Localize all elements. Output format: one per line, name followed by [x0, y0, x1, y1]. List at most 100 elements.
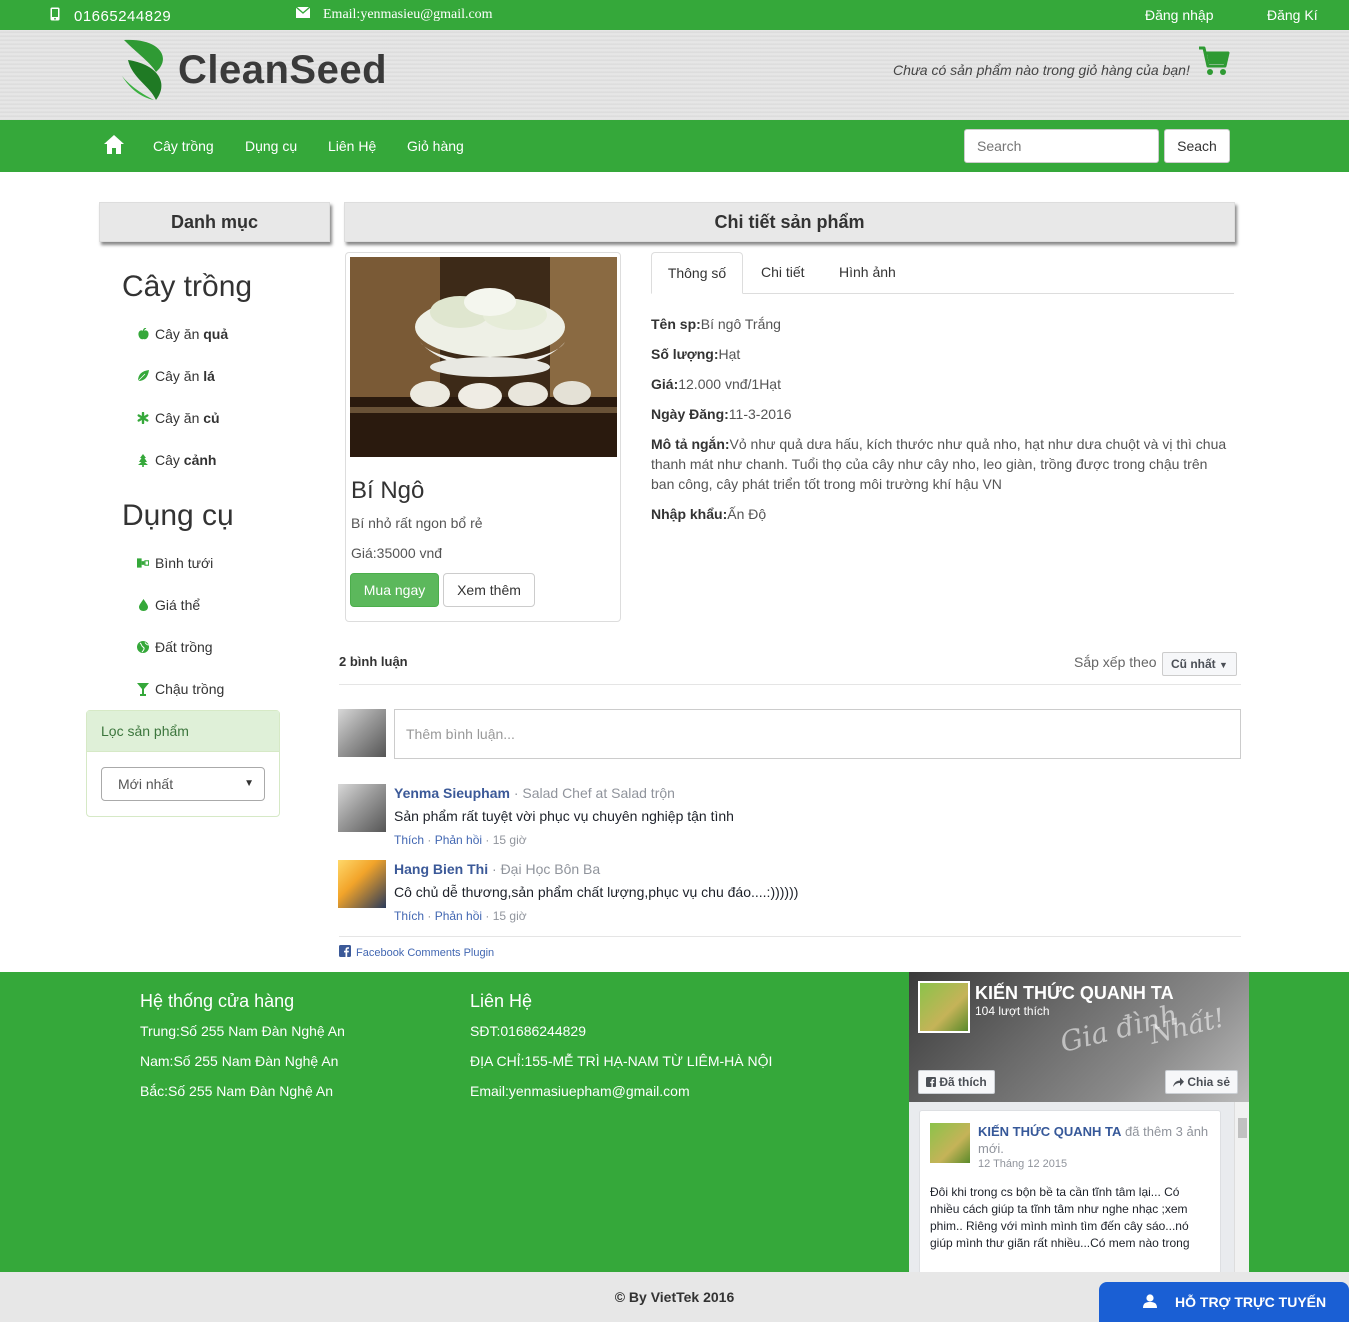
like-link[interactable]: Thích — [394, 833, 424, 847]
fb-post-date[interactable]: 12 Tháng 12 2015 — [978, 1158, 1067, 1170]
fb-page-likes: 104 lượt thích — [975, 1004, 1050, 1018]
spec-description: Mô tả ngắn:Vỏ như quả dưa hấu, kích thướ… — [651, 434, 1234, 494]
comment-count: 2 bình luận — [339, 654, 408, 669]
product-description: Bí nhỏ rất ngon bổ rẻ — [351, 515, 483, 531]
fb-feed[interactable]: KIẾN THỨC QUANH TA đã thêm 3 ảnh mới. 12… — [909, 1102, 1249, 1272]
spec-value: Hạt — [718, 346, 741, 362]
fb-post-avatar[interactable] — [930, 1123, 970, 1163]
comment-sort-select[interactable]: Cũ nhất ▼ — [1162, 652, 1237, 676]
sidebar-item-dat-trong[interactable]: Đất trồng — [137, 639, 213, 655]
stores-title: Hệ thống cửa hàng — [140, 991, 295, 1011]
sidebar-item-cay-an-la[interactable]: Cây ăn lá — [137, 368, 215, 384]
tab-chi-tiet[interactable]: Chi tiết — [751, 252, 815, 294]
tab-hinh-anh[interactable]: Hình ảnh — [829, 252, 906, 294]
sidebar-item-label: Đất trồng — [155, 639, 213, 655]
spec-quantity: Số lượng:Hạt — [651, 344, 1234, 364]
category-group-title[interactable]: Dụng cụ — [122, 499, 234, 533]
sidebar-item-bold: quả — [203, 326, 229, 342]
avatar[interactable] — [338, 784, 386, 832]
fb-post-header: KIẾN THỨC QUANH TA đã thêm 3 ảnh mới. — [978, 1123, 1214, 1157]
contact-line: SĐT:01686244829 — [470, 1023, 586, 1039]
spec-label: Tên sp: — [651, 316, 701, 332]
sort-label: Sắp xếp theo — [1074, 654, 1157, 670]
product-image[interactable] — [350, 257, 617, 457]
like-link[interactable]: Thích — [394, 909, 424, 923]
fb-post-author[interactable]: KIẾN THỨC QUANH TA — [978, 1124, 1121, 1139]
sidebar-item-cay-canh[interactable]: Cây cảnh — [137, 452, 216, 468]
fb-page-name[interactable]: KIẾN THỨC QUANH TA — [975, 983, 1174, 1004]
buy-now-button[interactable]: Mua ngay — [350, 573, 439, 607]
product-price: Giá:35000 vnđ — [351, 545, 443, 561]
product-card: Bí Ngô Bí nhỏ rất ngon bổ rẻ Giá:35000 v… — [345, 252, 621, 622]
author-name[interactable]: Hang Bien Thi — [394, 861, 488, 877]
sidebar-item-cay-an-cu[interactable]: Cây ăn củ — [137, 410, 220, 426]
contact-line: Email:yenmasiuepham@gmail.com — [470, 1083, 690, 1099]
comment-input[interactable]: Thêm bình luận... — [394, 709, 1241, 759]
online-support-button[interactable]: HỖ TRỢ TRỰC TUYẾN — [1099, 1282, 1349, 1322]
sidebar-item-bold: lá — [203, 368, 215, 384]
shopping-cart-icon[interactable] — [1198, 46, 1230, 79]
search-input[interactable] — [964, 129, 1159, 163]
register-link[interactable]: Đăng Kí — [1267, 7, 1318, 23]
fb-share-button[interactable]: Chia sẻ — [1165, 1070, 1239, 1094]
brand-name: CleanSeed — [178, 48, 388, 92]
comment-text: Sản phẩm rất tuyệt vời phục vụ chuyên ng… — [394, 808, 734, 824]
spec-label: Mô tả ngắn: — [651, 436, 730, 452]
fb-feed-scrollbar[interactable] — [1234, 1102, 1249, 1272]
comment-text: Cô chủ dễ thương,sản phẩm chất lượng,phụ… — [394, 884, 799, 900]
comment-time[interactable]: 15 giờ — [493, 909, 527, 923]
fb-page-avatar[interactable] — [918, 981, 970, 1033]
main-navbar: Cây trồng Dụng cụ Liên Hệ Giỏ hàng Seach — [0, 120, 1349, 172]
scrollbar-thumb[interactable] — [1238, 1118, 1247, 1138]
tab-thong-so[interactable]: Thông số — [651, 252, 743, 294]
spec-value: 11-3-2016 — [728, 406, 792, 422]
sidebar-item-label: Cây ăn — [155, 368, 204, 384]
comment-author[interactable]: Hang Bien Thi · Đại Học Bôn Ba — [394, 861, 600, 877]
view-more-button[interactable]: Xem thêm — [443, 573, 535, 607]
nav-item-lien-he[interactable]: Liên Hệ — [328, 138, 376, 154]
nav-item-dung-cu[interactable]: Dụng cụ — [245, 138, 297, 154]
sort-select[interactable]: Mới nhất ▼ — [101, 767, 265, 801]
spec-value: Vỏ như quả dưa hấu, kích thước như quả n… — [651, 436, 1227, 492]
support-label: HỖ TRỢ TRỰC TUYẾN — [1175, 1294, 1327, 1310]
spec-name: Tên sp:Bí ngô Trắng — [651, 314, 1234, 334]
reply-link[interactable]: Phản hồi — [435, 833, 482, 847]
fb-cover[interactable]: Gia đình Nhất! KIẾN THỨC QUANH TA 104 lư… — [909, 972, 1249, 1102]
author-name[interactable]: Yenma Sieupham — [394, 785, 510, 801]
facebook-plugin-link[interactable]: Facebook Comments Plugin — [339, 945, 494, 960]
sidebar-item-bold: cảnh — [183, 452, 217, 468]
comment-author[interactable]: Yenma Sieupham · Salad Chef at Salad trộ… — [394, 785, 675, 801]
sidebar-item-label: Cây — [155, 452, 184, 468]
comment-time[interactable]: 15 giờ — [493, 833, 527, 847]
contact-line: ĐỊA CHỈ:155-MỄ TRÌ HẠ-NAM TỪ LIÊM-HÀ NỘI — [470, 1053, 773, 1069]
spec-value: Ấn Độ — [727, 506, 767, 522]
nav-item-gio-hang[interactable]: Giỏ hàng — [407, 138, 464, 154]
phone-number: 01665244829 — [74, 7, 172, 25]
reply-link[interactable]: Phản hồi — [435, 909, 482, 923]
sidebar-item-cay-an-qua[interactable]: Cây ăn quả — [137, 326, 228, 342]
sidebar-item-gia-the[interactable]: Giá thể — [137, 597, 200, 613]
store-line: Nam:Số 255 Nam Đàn Nghệ An — [140, 1053, 339, 1069]
sidebar-item-label: Cây ăn — [155, 326, 204, 342]
divider — [339, 936, 1241, 937]
sidebar-item-chau-trong[interactable]: Chậu trồng — [137, 681, 224, 697]
tree-icon — [137, 453, 149, 467]
apple-icon — [137, 328, 149, 340]
divider — [339, 684, 1241, 685]
drop-icon — [137, 599, 149, 611]
logo[interactable]: CleanSeed — [120, 36, 387, 105]
spec-value: 12.000 vnđ/1Hạt — [678, 376, 781, 392]
category-group-title[interactable]: Cây trồng — [122, 270, 252, 304]
fb-like-button[interactable]: Đã thích — [918, 1070, 995, 1094]
search-button[interactable]: Seach — [1164, 129, 1230, 163]
spec-value: Bí ngô Trắng — [700, 316, 781, 332]
nav-item-cay-trong[interactable]: Cây trồng — [153, 138, 214, 154]
fb-post-text: Đôi khi trong cs bộn bề ta cần tĩnh tâm … — [930, 1185, 1190, 1250]
avatar[interactable] — [338, 860, 386, 908]
home-icon[interactable] — [104, 135, 124, 157]
sidebar-item-label: Giá thể — [155, 597, 201, 613]
facebook-page-widget: Gia đình Nhất! KIẾN THỨC QUANH TA 104 lư… — [909, 972, 1249, 1272]
sidebar-item-binh-tuoi[interactable]: Bình tưới — [137, 555, 213, 571]
sidebar-item-label: Cây ăn — [155, 410, 204, 426]
login-link[interactable]: Đăng nhập — [1145, 7, 1214, 23]
